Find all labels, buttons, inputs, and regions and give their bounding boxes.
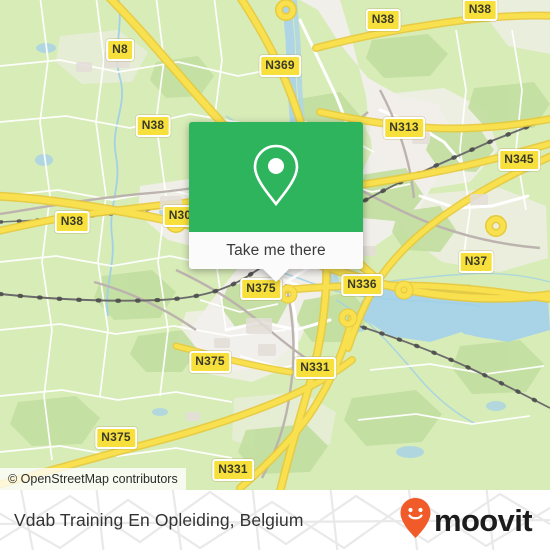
road-shield: N8 [106,39,134,61]
road-shield: N331 [294,357,336,379]
map-attribution[interactable]: © OpenStreetMap contributors [0,468,186,490]
road-shield: N37 [458,251,494,273]
road-shield: N375 [189,351,231,373]
callout-action-panel[interactable]: Take me there [189,232,363,269]
callout-pin-panel [189,122,363,232]
place-title: Vdab Training En Opleiding, Belgium [14,510,304,530]
road-shield: N38 [462,0,498,21]
take-me-there-label: Take me there [226,241,326,259]
moovit-brand[interactable]: moovit [399,490,533,550]
moovit-smiley-pin-icon [399,497,432,544]
road-shield: N38 [365,9,401,31]
callout-pointer-tail [262,268,290,282]
road-shield: N345 [498,149,540,171]
road-shield: N336 [341,274,383,296]
road-shield: N369 [259,55,301,77]
map-canvas[interactable]: N38 N38 N369 N8 N38 N313 N345 N38 N30 N37 N336 N375… [0,0,550,490]
road-shield: N313 [383,117,425,139]
location-callout-card[interactable]: Take me there [189,122,363,282]
road-shield: N331 [212,459,254,481]
road-shield: N38 [135,115,171,137]
map-screen: N38 N38 N369 N8 N38 N313 N345 N38 N30 N37 N336 N375… [0,0,550,550]
location-pin-icon [249,142,303,213]
road-shield: N375 [95,427,137,449]
road-shield: N38 [54,211,90,233]
moovit-wordmark: moovit [433,502,533,538]
footer-bar: Vdab Training En Opleiding, Belgium moov… [0,490,550,550]
